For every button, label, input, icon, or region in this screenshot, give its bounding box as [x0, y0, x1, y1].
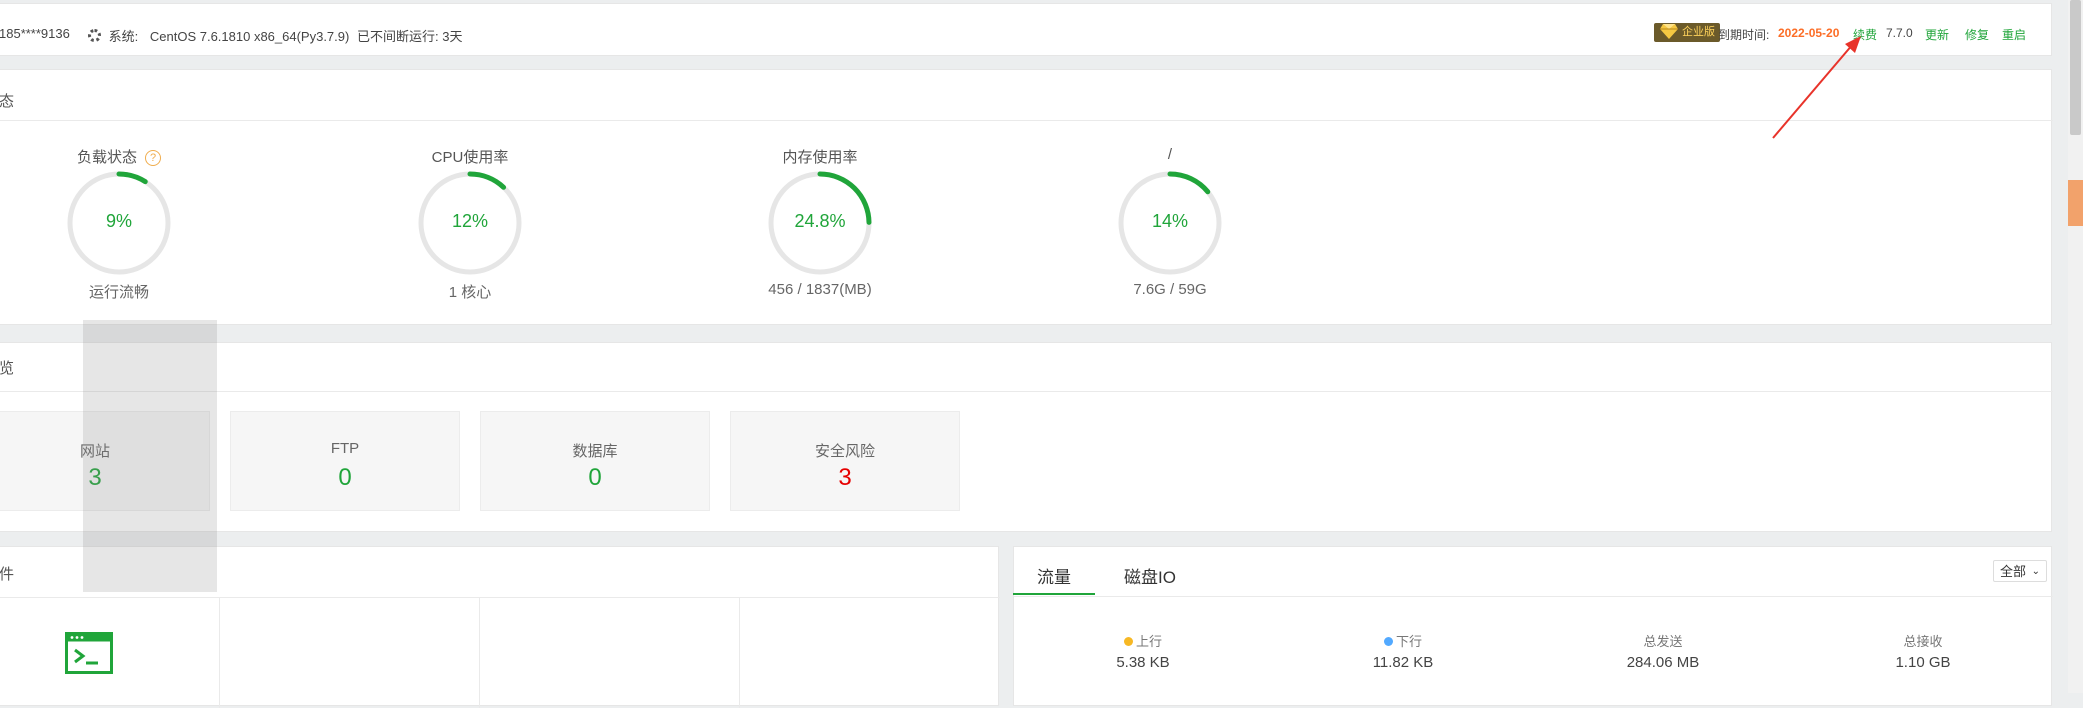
scrollbar-thumb[interactable]: [2070, 0, 2081, 135]
gauge-load-title: 负载状态: [76, 149, 137, 166]
account-number: 185****9136: [0, 26, 70, 41]
traffic-filter-value: 全部: [2000, 564, 2027, 579]
grid-divider: [479, 598, 480, 708]
divider: [1014, 596, 2053, 597]
gauge-memory-value: 24.8%: [794, 211, 846, 231]
grid-divider: [219, 598, 220, 708]
card-security-risk[interactable]: 安全风险 3: [730, 411, 960, 511]
stat-total-sent-value: 284.06 MB: [1626, 654, 1700, 671]
gauge-cpu-value: 12%: [451, 211, 489, 231]
annotation-arrow-icon: [1772, 36, 1861, 139]
stat-download-label-text: 下行: [1395, 634, 1422, 649]
divider: [0, 597, 1000, 598]
stat-upload-label: 上行: [1063, 631, 1223, 650]
gear-icon: [88, 29, 101, 42]
gauge-disk-sub: 7.6G / 59G: [1133, 281, 1207, 298]
gauge-label-load: 负载状态?: [19, 146, 219, 167]
tab-disk-io[interactable]: 磁盘IO: [1124, 563, 1176, 588]
card-database-title: 数据库: [572, 443, 618, 460]
gauge-cpu-sub: 1 核心: [448, 284, 492, 301]
vertical-scrollbar[interactable]: [2068, 0, 2083, 693]
chevron-down-icon: ⌄: [2031, 566, 2040, 577]
gauge-label-memory: 内存使用率: [782, 149, 858, 166]
download-dot-icon: [1383, 637, 1393, 646]
gauge-memory-sub: 456 / 1837(MB): [768, 281, 872, 298]
card-security-risk-title: 安全风险: [814, 443, 875, 460]
enterprise-badge-label: 企业版: [1682, 26, 1715, 38]
side-float-tab[interactable]: [2068, 180, 2083, 226]
stat-download-value: 11.82 KB: [1372, 654, 1434, 671]
stat-upload-label-text: 上行: [1135, 634, 1162, 649]
grid-divider: [739, 598, 740, 708]
gauge-label-disk: /: [1167, 146, 1173, 163]
gauge-disk-value: 14%: [1151, 211, 1189, 231]
expire-label: 到期时间:: [1718, 28, 1770, 42]
repair-link[interactable]: 修复: [1965, 26, 1989, 43]
card-database-value[interactable]: 0: [481, 464, 709, 492]
system-value: CentOS 7.6.1810 x86_64(Py3.7.9): [149, 29, 350, 44]
system-label: 系统:: [108, 29, 139, 44]
card-ftp-title: FTP: [330, 440, 360, 457]
upload-dot-icon: [1123, 637, 1133, 646]
tab-traffic[interactable]: 流量: [1037, 563, 1071, 588]
diamond-icon: [1660, 24, 1678, 39]
card-ftp-value[interactable]: 0: [231, 464, 459, 492]
card-ftp[interactable]: FTP 0: [230, 411, 460, 511]
gauge-load-value: 9%: [105, 211, 132, 231]
gauge-label-cpu: CPU使用率: [431, 149, 509, 166]
status-panel: 态: [0, 69, 2053, 325]
divider: [0, 120, 2053, 121]
stat-download-label: 下行: [1323, 631, 1483, 650]
divider: [0, 391, 2053, 392]
status-panel-title: 态: [0, 93, 15, 110]
top-status-bar: 185****9136 系统: CentOS 7.6.1810 x86_64(P…: [0, 3, 2052, 56]
traffic-filter-select[interactable]: 全部 ⌄: [1993, 560, 2047, 582]
system-info: 系统: CentOS 7.6.1810 x86_64(Py3.7.9): [88, 26, 349, 45]
stat-total-sent-label: 总发送: [1643, 634, 1683, 649]
restart-link[interactable]: 重启: [2002, 26, 2026, 43]
update-link[interactable]: 更新: [1925, 26, 1949, 43]
question-circle-icon[interactable]: ?: [145, 150, 161, 166]
gauge-load-sub: 运行流畅: [88, 284, 149, 301]
stat-total-received-label: 总接收: [1903, 634, 1943, 649]
card-database[interactable]: 数据库 0: [480, 411, 710, 511]
stat-upload-value: 5.38 KB: [1116, 654, 1170, 671]
uptime-text: 已不间断运行: 3天: [357, 29, 463, 44]
enterprise-badge[interactable]: 企业版: [1654, 23, 1720, 42]
active-tab-indicator: [1013, 593, 1095, 595]
load-tooltip: [83, 320, 217, 592]
version-number: 7.7.0: [1886, 26, 1913, 40]
terminal-icon[interactable]: [65, 632, 113, 674]
card-security-risk-value[interactable]: 3: [731, 464, 959, 492]
stat-total-received-value: 1.10 GB: [1895, 654, 1951, 671]
overview-panel-title: 览: [0, 360, 15, 377]
software-panel-title: 件: [0, 566, 15, 583]
